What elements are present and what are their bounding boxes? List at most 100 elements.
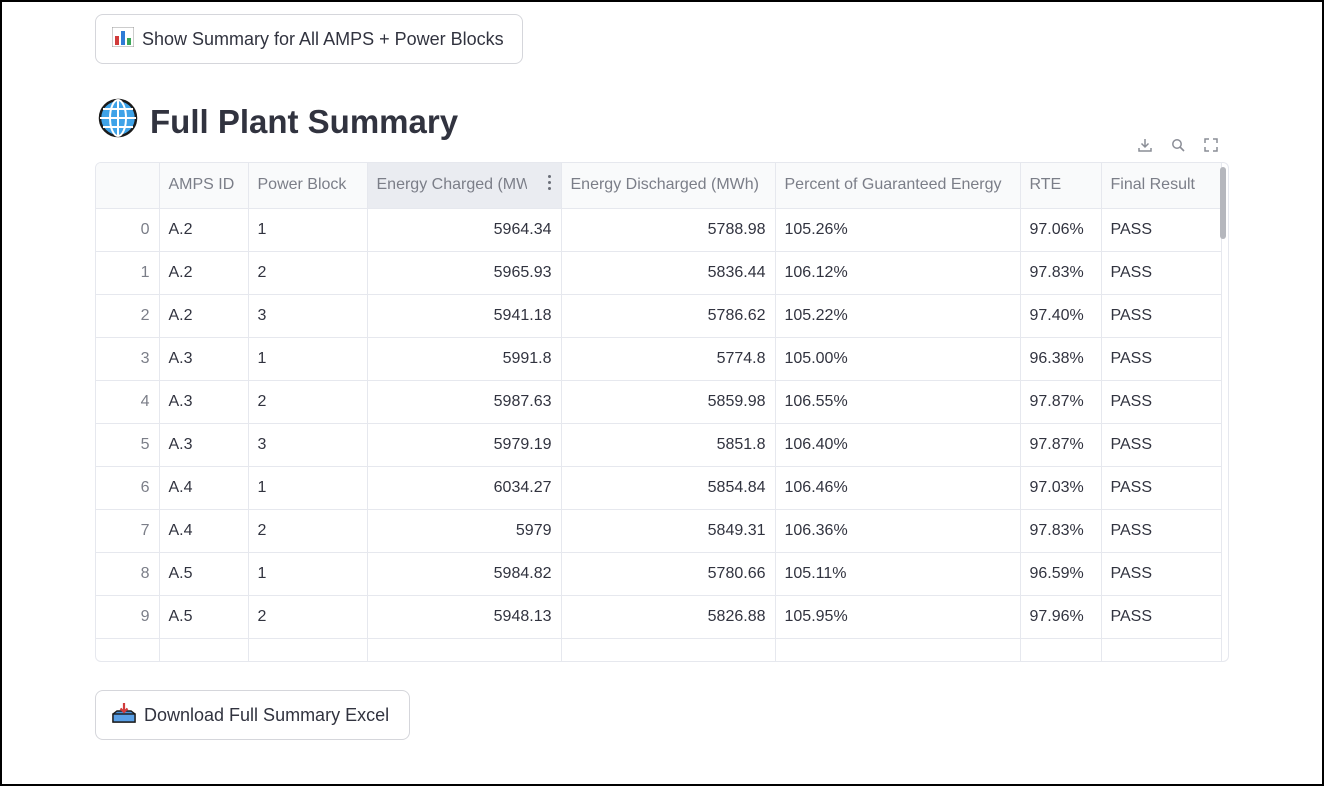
energy-charged-cell[interactable]: 5964.34 (367, 208, 562, 252)
final-result-cell[interactable]: PASS (1101, 251, 1222, 295)
rte-cell[interactable]: 97.03% (1020, 466, 1102, 510)
final-result-cell[interactable]: PASS (1101, 466, 1222, 510)
column-header-final-result[interactable]: Final Result (1101, 163, 1222, 209)
energy-discharged-cell[interactable]: 5774.8 (561, 337, 776, 381)
row-index[interactable]: 1 (96, 251, 160, 295)
power-block-cell[interactable]: 2 (248, 595, 368, 639)
search-icon[interactable] (1171, 138, 1185, 152)
amps-id-cell[interactable] (159, 638, 249, 661)
show-summary-button[interactable]: Show Summary for All AMPS + Power Blocks (95, 14, 523, 64)
column-header-energy-discharged[interactable]: Energy Discharged (MWh) (561, 163, 776, 209)
energy-charged-cell[interactable]: 5941.18 (367, 294, 562, 338)
rte-cell[interactable]: 97.96% (1020, 595, 1102, 639)
amps-id-cell[interactable]: A.2 (159, 251, 249, 295)
percent-guaranteed-cell[interactable]: 106.46% (775, 466, 1021, 510)
vertical-scrollbar[interactable] (1220, 167, 1226, 239)
amps-id-cell[interactable]: A.4 (159, 466, 249, 510)
amps-id-cell[interactable]: A.3 (159, 380, 249, 424)
column-header-power-block[interactable]: Power Block (248, 163, 368, 209)
rte-cell[interactable]: 96.38% (1020, 337, 1102, 381)
energy-charged-cell[interactable]: 5979.19 (367, 423, 562, 467)
amps-id-cell[interactable]: A.2 (159, 208, 249, 252)
energy-charged-cell[interactable]: 5965.93 (367, 251, 562, 295)
rte-cell[interactable]: 97.83% (1020, 251, 1102, 295)
table-row[interactable]: 9 A.5 2 5948.13 5826.88 105.95% 97.96% PASS (96, 595, 1222, 639)
power-block-cell[interactable]: 3 (248, 423, 368, 467)
energy-discharged-cell[interactable]: 5826.88 (561, 595, 776, 639)
rte-cell[interactable]: 97.87% (1020, 423, 1102, 467)
percent-guaranteed-cell[interactable]: 105.26% (775, 208, 1021, 252)
power-block-cell[interactable]: 1 (248, 466, 368, 510)
table-row[interactable]: 1 A.2 2 5965.93 5836.44 106.12% 97.83% PASS (96, 251, 1222, 295)
power-block-cell[interactable]: 1 (248, 337, 368, 381)
table-row[interactable]: 5 A.3 3 5979.19 5851.8 106.40% 97.87% PASS (96, 423, 1222, 467)
row-index[interactable] (96, 638, 160, 661)
table-row[interactable]: 0 A.2 1 5964.34 5788.98 105.26% 97.06% PASS (96, 208, 1222, 252)
table-row[interactable]: 3 A.3 1 5991.8 5774.8 105.00% 96.38% PASS (96, 337, 1222, 381)
energy-discharged-cell[interactable]: 5786.62 (561, 294, 776, 338)
row-index[interactable]: 0 (96, 208, 160, 252)
percent-guaranteed-cell[interactable]: 106.55% (775, 380, 1021, 424)
energy-discharged-cell[interactable]: 5836.44 (561, 251, 776, 295)
final-result-cell[interactable]: PASS (1101, 595, 1222, 639)
row-index[interactable]: 3 (96, 337, 160, 381)
energy-discharged-cell[interactable]: 5780.66 (561, 552, 776, 596)
download-excel-button[interactable]: Download Full Summary Excel (95, 690, 410, 740)
power-block-cell[interactable]: 1 (248, 552, 368, 596)
final-result-cell[interactable]: PASS (1101, 380, 1222, 424)
amps-id-cell[interactable]: A.5 (159, 552, 249, 596)
power-block-cell[interactable] (248, 638, 368, 661)
column-header-percent-guaranteed[interactable]: Percent of Guaranteed Energy (775, 163, 1021, 209)
percent-guaranteed-cell[interactable] (775, 638, 1021, 661)
final-result-cell[interactable]: PASS (1101, 423, 1222, 467)
percent-guaranteed-cell[interactable]: 105.00% (775, 337, 1021, 381)
rte-cell[interactable]: 97.06% (1020, 208, 1102, 252)
power-block-cell[interactable]: 2 (248, 380, 368, 424)
final-result-cell[interactable]: PASS (1101, 294, 1222, 338)
amps-id-cell[interactable]: A.5 (159, 595, 249, 639)
row-index[interactable]: 9 (96, 595, 160, 639)
energy-discharged-cell[interactable]: 5859.98 (561, 380, 776, 424)
percent-guaranteed-cell[interactable]: 106.12% (775, 251, 1021, 295)
row-index[interactable]: 8 (96, 552, 160, 596)
power-block-cell[interactable]: 2 (248, 251, 368, 295)
amps-id-cell[interactable]: A.2 (159, 294, 249, 338)
column-header-energy-charged[interactable]: Energy Charged (MWh) (367, 163, 562, 209)
table-row[interactable] (96, 638, 1222, 661)
rte-cell[interactable]: 97.40% (1020, 294, 1102, 338)
energy-charged-cell[interactable]: 5987.63 (367, 380, 562, 424)
energy-discharged-cell[interactable] (561, 638, 776, 661)
summary-table[interactable]: AMPS ID Power Block Energy Charged (MWh)… (95, 162, 1229, 662)
final-result-cell[interactable]: PASS (1101, 337, 1222, 381)
column-header-rte[interactable]: RTE (1020, 163, 1102, 209)
energy-charged-cell[interactable]: 5979 (367, 509, 562, 553)
download-icon[interactable] (1137, 138, 1152, 152)
energy-discharged-cell[interactable]: 5788.98 (561, 208, 776, 252)
percent-guaranteed-cell[interactable]: 106.36% (775, 509, 1021, 553)
column-menu-icon[interactable] (547, 175, 551, 190)
final-result-cell[interactable]: PASS (1101, 552, 1222, 596)
rte-cell[interactable]: 97.87% (1020, 380, 1102, 424)
table-row[interactable]: 7 A.4 2 5979 5849.31 106.36% 97.83% PASS (96, 509, 1222, 553)
final-result-cell[interactable] (1101, 638, 1222, 661)
row-index[interactable]: 4 (96, 380, 160, 424)
row-index[interactable]: 6 (96, 466, 160, 510)
energy-charged-cell[interactable]: 5984.82 (367, 552, 562, 596)
energy-charged-cell[interactable]: 5948.13 (367, 595, 562, 639)
energy-discharged-cell[interactable]: 5851.8 (561, 423, 776, 467)
row-index[interactable]: 2 (96, 294, 160, 338)
amps-id-cell[interactable]: A.3 (159, 337, 249, 381)
rte-cell[interactable] (1020, 638, 1102, 661)
rte-cell[interactable]: 97.83% (1020, 509, 1102, 553)
percent-guaranteed-cell[interactable]: 106.40% (775, 423, 1021, 467)
percent-guaranteed-cell[interactable]: 105.95% (775, 595, 1021, 639)
percent-guaranteed-cell[interactable]: 105.22% (775, 294, 1021, 338)
power-block-cell[interactable]: 1 (248, 208, 368, 252)
row-index[interactable]: 7 (96, 509, 160, 553)
energy-charged-cell[interactable]: 5991.8 (367, 337, 562, 381)
row-index[interactable]: 5 (96, 423, 160, 467)
table-row[interactable]: 4 A.3 2 5987.63 5859.98 106.55% 97.87% PASS (96, 380, 1222, 424)
energy-discharged-cell[interactable]: 5849.31 (561, 509, 776, 553)
fullscreen-icon[interactable] (1204, 138, 1219, 152)
table-row[interactable]: 6 A.4 1 6034.27 5854.84 106.46% 97.03% PASS (96, 466, 1222, 510)
